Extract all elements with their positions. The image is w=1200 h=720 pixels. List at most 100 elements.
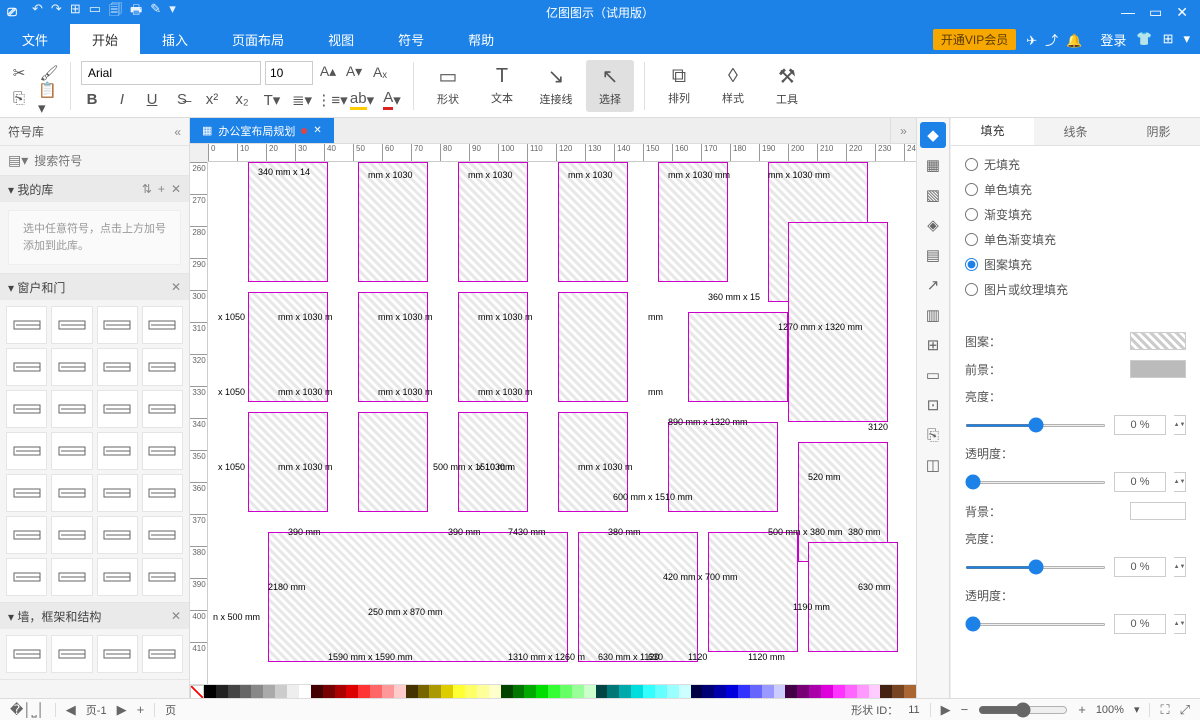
color-swatch[interactable] (406, 685, 418, 698)
color-swatch[interactable] (809, 685, 821, 698)
windows-doors-section[interactable]: ▾ 窗户和门 ✕ (0, 274, 189, 300)
color-swatch[interactable] (335, 685, 347, 698)
filter-icon[interactable]: ⇅ (142, 182, 152, 196)
underline-icon[interactable]: U (141, 89, 163, 111)
add-icon[interactable]: + (158, 182, 165, 196)
floorplan-shape[interactable] (248, 162, 328, 282)
shape-thumb[interactable] (142, 558, 183, 596)
floorplan-shape[interactable] (708, 532, 798, 652)
menu-2[interactable]: 插入 (140, 24, 210, 54)
color-swatch[interactable] (429, 685, 441, 698)
floorplan-shape[interactable] (558, 162, 628, 282)
shape-thumb[interactable] (97, 474, 138, 512)
page-width-icon[interactable]: �│⎵│ (10, 702, 45, 718)
topbar-icon-2[interactable]: 🔔 (1066, 33, 1082, 48)
highlight-icon[interactable]: ab▾ (351, 89, 373, 111)
minimize-icon[interactable]: — (1121, 4, 1135, 21)
color-swatch[interactable] (619, 685, 631, 698)
fill-option-1[interactable]: 单色填充 (965, 181, 1186, 198)
shape-thumb[interactable] (97, 390, 138, 428)
shape-thumb[interactable] (51, 432, 92, 470)
font-family-select[interactable] (81, 61, 261, 85)
color-swatch[interactable] (631, 685, 643, 698)
shape-thumb[interactable] (142, 390, 183, 428)
opacity-spinner[interactable]: ▲▼ (1174, 472, 1186, 492)
collapse-left-icon[interactable]: « (174, 125, 181, 139)
text-case-icon[interactable]: T▾ (261, 89, 283, 111)
login-link[interactable]: 登录 (1100, 30, 1126, 49)
shape-thumb[interactable] (6, 306, 47, 344)
color-swatch[interactable] (762, 685, 774, 698)
shape-thumb[interactable] (51, 348, 92, 386)
qat-icon-7[interactable]: ▾ (169, 1, 176, 23)
brightness-value[interactable]: 0 % (1114, 415, 1166, 435)
color-swatch[interactable] (418, 685, 430, 698)
color-swatch[interactable] (548, 685, 560, 698)
color-swatch[interactable] (892, 685, 904, 698)
pattern-swatch[interactable] (1130, 332, 1186, 350)
menu-4[interactable]: 视图 (306, 24, 376, 54)
shape-thumb[interactable] (142, 474, 183, 512)
color-swatch[interactable] (797, 685, 809, 698)
floorplan-shape[interactable] (558, 292, 628, 402)
color-swatch[interactable] (251, 685, 263, 698)
color-swatch[interactable] (869, 685, 881, 698)
fill-option-0[interactable]: 无填充 (965, 156, 1186, 173)
color-swatch[interactable] (702, 685, 714, 698)
floorplan-shape[interactable] (658, 162, 728, 282)
color-swatch[interactable] (738, 685, 750, 698)
theme-icon[interactable]: 👕 (1136, 31, 1152, 47)
connector-tool-button[interactable]: ↘连接线 (532, 60, 580, 112)
grid-icon[interactable]: ⊞ (1163, 31, 1174, 47)
brightness-slider[interactable] (965, 424, 1106, 427)
bullet-list-icon[interactable]: ⋮≡▾ (321, 89, 343, 111)
chevron-down-icon[interactable]: ▾ (1183, 31, 1190, 47)
right-strip-btn-2[interactable]: ▧ (920, 182, 946, 208)
shape-thumb[interactable] (51, 516, 92, 554)
color-swatch[interactable] (572, 685, 584, 698)
prop-tab-0[interactable]: 填充 (951, 118, 1034, 145)
brightness2-spinner[interactable]: ▲▼ (1174, 557, 1186, 577)
color-swatch[interactable] (287, 685, 299, 698)
color-swatch[interactable] (524, 685, 536, 698)
color-swatch[interactable] (726, 685, 738, 698)
color-swatch[interactable] (346, 685, 358, 698)
right-strip-btn-1[interactable]: ▦ (920, 152, 946, 178)
library-menu-icon[interactable]: ▤▾ (8, 152, 28, 169)
close-icon[interactable]: ✕ (171, 609, 181, 623)
shape-thumb[interactable] (6, 432, 47, 470)
text-tool-button[interactable]: T文本 (478, 60, 526, 112)
shape-thumb[interactable] (142, 635, 183, 673)
decrease-font-icon[interactable]: A▾ (343, 61, 365, 83)
color-swatch[interactable] (750, 685, 762, 698)
shape-thumb[interactable] (51, 306, 92, 344)
shape-thumb[interactable] (6, 390, 47, 428)
color-swatch[interactable] (785, 685, 797, 698)
right-strip-btn-4[interactable]: ▤ (920, 242, 946, 268)
search-symbols-input[interactable] (34, 154, 189, 168)
opacity2-spinner[interactable]: ▲▼ (1174, 614, 1186, 634)
color-swatch[interactable] (453, 685, 465, 698)
bold-icon[interactable]: B (81, 89, 103, 111)
floorplan-shape[interactable] (578, 532, 698, 662)
color-swatch[interactable] (240, 685, 252, 698)
menu-5[interactable]: 符号 (376, 24, 446, 54)
presentation-icon[interactable]: ▶ (941, 702, 951, 718)
shape-thumb[interactable] (97, 635, 138, 673)
prev-page-icon[interactable]: ◀ (66, 702, 76, 718)
fill-option-4[interactable]: 图案填充 (965, 256, 1186, 273)
add-page-icon[interactable]: + (137, 702, 145, 717)
zoom-out-icon[interactable]: − (961, 702, 969, 717)
color-swatch[interactable] (489, 685, 501, 698)
opacity2-slider[interactable] (965, 623, 1106, 626)
qat-icon-4[interactable]: 🗐 (109, 1, 122, 23)
color-swatch[interactable] (714, 685, 726, 698)
superscript-icon[interactable]: x² (201, 89, 223, 111)
color-swatch[interactable] (358, 685, 370, 698)
qat-icon-5[interactable]: 🖶 (130, 1, 142, 23)
right-strip-btn-5[interactable]: ↗ (920, 272, 946, 298)
shape-thumb[interactable] (142, 432, 183, 470)
floorplan-shape[interactable] (268, 532, 568, 662)
color-swatch[interactable] (596, 685, 608, 698)
qat-icon-2[interactable]: ⊞ (70, 1, 81, 23)
